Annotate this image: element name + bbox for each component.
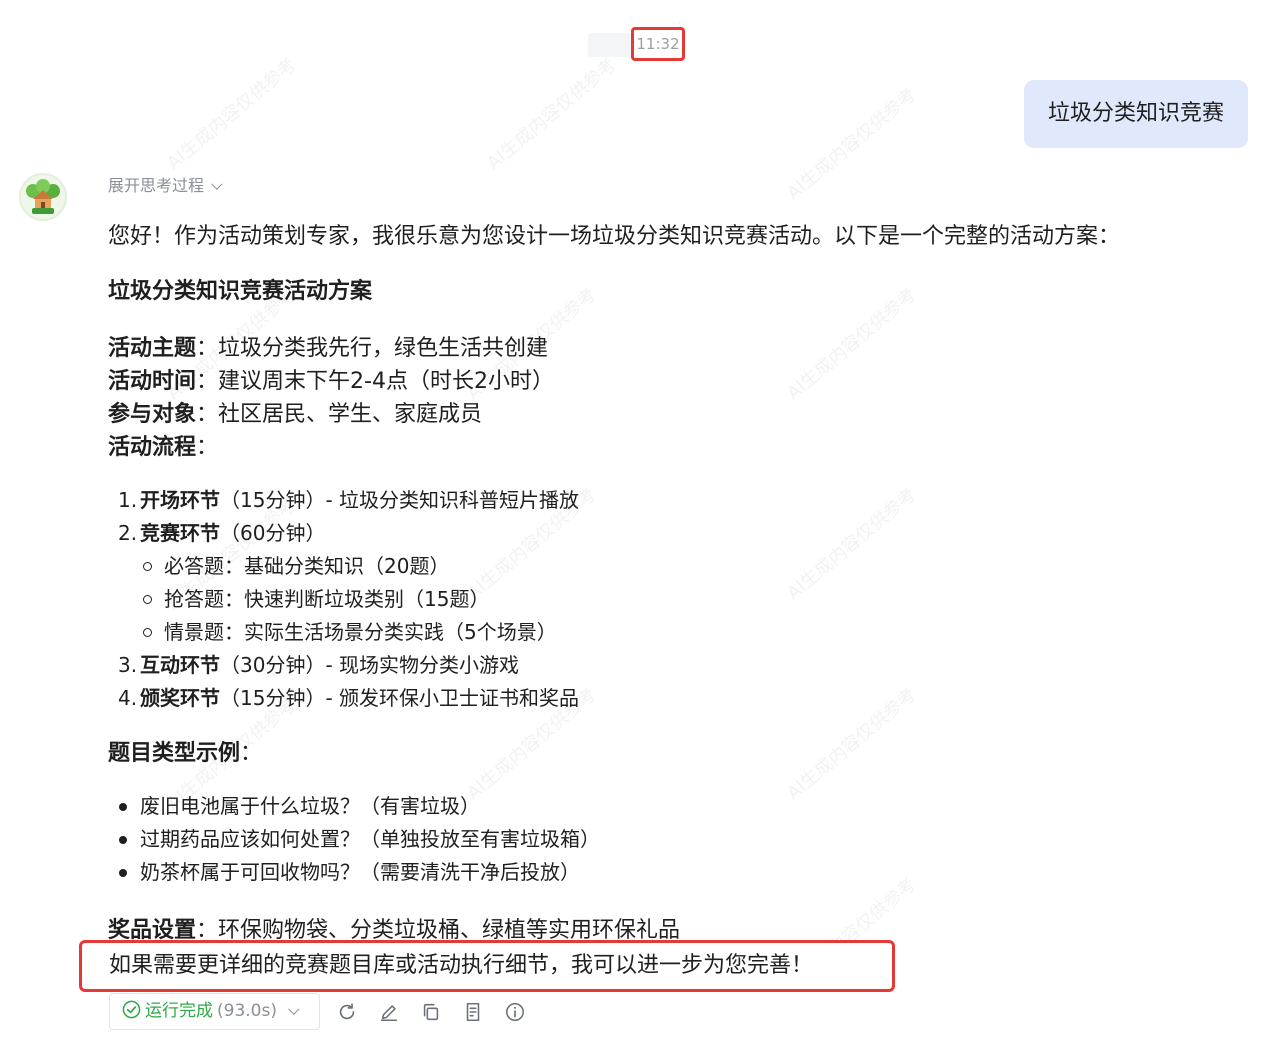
watermark: AI生成内容仅供参考	[163, 54, 301, 175]
list-item: 必答题：基础分类知识（20题）	[108, 550, 1228, 583]
contest-sub-list: 必答题：基础分类知识（20题） 抢答题：快速判断垃圾类别（15题） 情景题：实际…	[108, 550, 1228, 649]
flow-list: 1. 开场环节（15分钟）- 垃圾分类知识科普短片播放 2. 竞赛环节（60分钟）	[108, 484, 1228, 550]
field-value: ：环保购物袋、分类垃圾桶、绿植等实用环保礼品	[196, 918, 681, 940]
flow-detail: （30分钟）- 现场实物分类小游戏	[220, 653, 520, 677]
list-item: 3. 互动环节（30分钟）- 现场实物分类小游戏	[108, 649, 1228, 682]
refresh-icon[interactable]	[334, 999, 360, 1025]
status-label: 运行完成	[145, 1001, 213, 1021]
chevron-down-icon	[288, 1003, 300, 1015]
field-value: ：垃圾分类我先行，绿色生活共创建	[196, 336, 549, 361]
flow-name: 互动环节	[140, 653, 220, 677]
field-prizes: 奖品设置：环保购物袋、分类垃圾桶、绿植等实用环保礼品	[108, 914, 680, 940]
list-number: 2.	[118, 521, 138, 545]
check-circle-icon	[122, 1000, 141, 1019]
flow-detail: （15分钟）- 颁发环保小卫士证书和奖品	[220, 686, 580, 710]
list-item: 奶茶杯属于可回收物吗？（需要清洗干净后投放）	[108, 856, 1228, 889]
list-number: 4.	[118, 686, 138, 710]
field-label: 参与对象	[108, 402, 197, 427]
field-audience: 参与对象：社区居民、学生、家庭成员	[108, 398, 1228, 431]
assistant-avatar	[19, 173, 67, 221]
message-timestamp: 11:32	[631, 27, 685, 61]
intro-text: 您好！作为活动策划专家，我很乐意为您设计一场垃圾分类知识竞赛活动。以下是一个完整…	[108, 224, 1121, 249]
flow-name: 竞赛环节	[140, 521, 220, 545]
field-theme: 活动主题：垃圾分类我先行，绿色生活共创建	[108, 332, 1228, 365]
list-item: 2. 竞赛环节（60分钟）	[108, 517, 1228, 550]
list-item: 情景题：实际生活场景分类实践（5个场景）	[108, 616, 1228, 649]
examples-list: 废旧电池属于什么垃圾？（有害垃圾） 过期药品应该如何处置？（单独投放至有害垃圾箱…	[108, 790, 1228, 889]
flow-detail: （15分钟）- 垃圾分类知识科普短片播放	[220, 488, 580, 512]
list-item: 1. 开场环节（15分钟）- 垃圾分类知识科普短片播放	[108, 484, 1228, 517]
flow-name: 开场环节	[140, 488, 220, 512]
chevron-down-icon	[211, 178, 223, 190]
field-label: 活动主题	[108, 336, 197, 361]
flow-detail: （60分钟）	[220, 521, 326, 545]
field-time: 活动时间：建议周末下午2-4点（时长2小时）	[108, 365, 1228, 398]
list-item: 抢答题：快速判断垃圾类别（15题）	[108, 583, 1228, 616]
expand-thinking-toggle[interactable]: 展开思考过程	[108, 174, 223, 198]
examples-colon: ：	[240, 741, 263, 766]
watermark: AI生成内容仅供参考	[783, 84, 921, 205]
flow-name: 颁奖环节	[140, 686, 220, 710]
list-item: 废旧电池属于什么垃圾？（有害垃圾）	[108, 790, 1228, 823]
status-duration: (93.0s)	[217, 1001, 277, 1021]
field-label: 奖品设置	[108, 918, 197, 940]
field-value: ：建议周末下午2-4点（时长2小时）	[196, 369, 554, 394]
user-message-bubble: 垃圾分类知识竞赛	[1023, 80, 1248, 148]
plan-title: 垃圾分类知识竞赛活动方案	[108, 279, 373, 304]
field-label: 活动流程	[108, 435, 197, 460]
run-status-button[interactable]: 运行完成 (93.0s)	[109, 993, 320, 1030]
list-item: 4. 颁奖环节（15分钟）- 颁发环保小卫士证书和奖品	[108, 682, 1228, 715]
examples-heading: 题目类型示例：	[108, 737, 1228, 770]
expand-thinking-label: 展开思考过程	[108, 176, 205, 195]
assistant-message: 您好！作为活动策划专家，我很乐意为您设计一场垃圾分类知识竞赛活动。以下是一个完整…	[108, 220, 1228, 889]
field-flow: 活动流程：	[108, 431, 1228, 464]
field-value: ：	[196, 435, 219, 460]
examples-title: 题目类型示例	[108, 741, 241, 766]
list-number: 1.	[118, 488, 138, 512]
notes-icon[interactable]	[460, 999, 486, 1025]
copy-icon[interactable]	[418, 999, 444, 1025]
watermark: AI生成内容仅供参考	[483, 54, 621, 175]
list-item: 过期药品应该如何处置？（单独投放至有害垃圾箱）	[108, 823, 1228, 856]
list-number: 3.	[118, 653, 138, 677]
field-value: ：社区居民、学生、家庭成员	[196, 402, 483, 427]
house-logo-icon	[21, 175, 65, 219]
info-icon[interactable]	[502, 999, 528, 1025]
flow-list-continued: 3. 互动环节（30分钟）- 现场实物分类小游戏 4. 颁奖环节（15分钟）- 颁发…	[108, 649, 1228, 715]
field-label: 活动时间	[108, 369, 197, 394]
closing-text: 如果需要更详细的竞赛题目库或活动执行细节，我可以进一步为您完善！	[79, 940, 895, 992]
edit-icon[interactable]	[376, 999, 402, 1025]
